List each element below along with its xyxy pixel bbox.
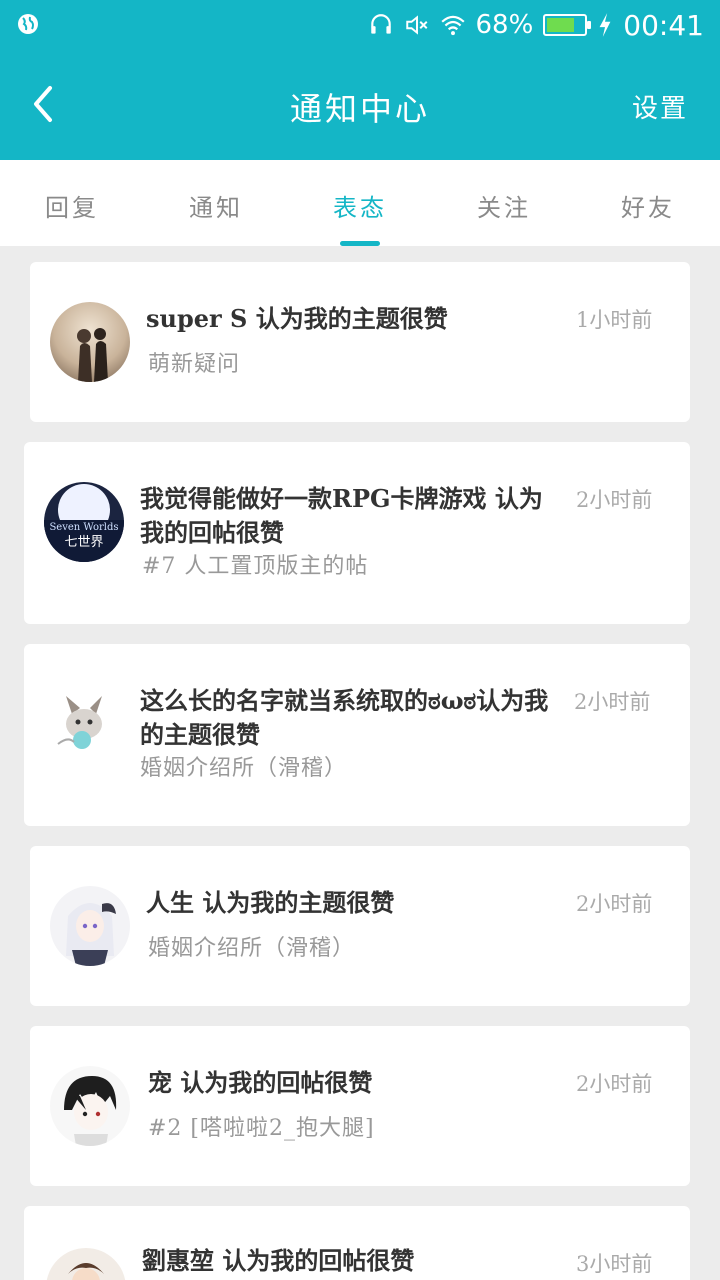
battery-fill bbox=[547, 18, 575, 32]
notification-card[interactable]: 人生 认为我的主题很赞 婚姻介绍所（滑稽） 2小时前 bbox=[30, 846, 690, 1006]
tab-notice[interactable]: 通知 bbox=[144, 160, 288, 246]
tab-bar: 回复 通知 表态 关注 好友 bbox=[0, 160, 720, 246]
tab-label: 关注 bbox=[477, 194, 531, 222]
avatar[interactable] bbox=[46, 1248, 126, 1280]
tab-label: 好友 bbox=[621, 194, 675, 222]
avatar[interactable]: Seven Worlds 七世界 bbox=[44, 482, 124, 562]
notification-title: 宠 认为我的回帖很赞 bbox=[148, 1068, 373, 1097]
notification-subtitle[interactable]: 萌新疑问 bbox=[148, 350, 240, 380]
clock: 00:41 bbox=[623, 8, 704, 42]
settings-button[interactable]: 设置 bbox=[632, 88, 688, 125]
notification-subtitle[interactable]: #2 [嗒啦啦2_抱大腿] bbox=[148, 1114, 375, 1144]
notification-time: 3小时前 bbox=[576, 1252, 653, 1276]
notification-title: 人生 认为我的主题很赞 bbox=[146, 888, 395, 917]
app-header: 通知中心 设置 bbox=[0, 52, 720, 160]
battery-percent: 68% bbox=[475, 10, 534, 40]
notification-title: 这么长的名字就当系统取的ಠωಠ认为我的主题很赞 bbox=[140, 686, 549, 749]
notification-time: 2小时前 bbox=[576, 1072, 653, 1096]
mute-icon bbox=[405, 15, 427, 35]
globe-icon bbox=[18, 14, 38, 34]
notification-card[interactable]: 这么长的名字就当系统取的ಠωಠ认为我的主题很赞 婚姻介绍所（滑稽） 2小时前 bbox=[24, 644, 690, 826]
notification-card[interactable]: 劉惠堃 认为我的回帖很赞 3小时前 bbox=[24, 1206, 690, 1280]
tab-label: 表态 bbox=[333, 194, 387, 222]
avatar[interactable] bbox=[50, 886, 130, 966]
tab-indicator bbox=[340, 241, 380, 246]
avatar[interactable] bbox=[50, 1066, 130, 1146]
notification-card[interactable]: 宠 认为我的回帖很赞 #2 [嗒啦啦2_抱大腿] 2小时前 bbox=[30, 1026, 690, 1186]
tab-label: 通知 bbox=[189, 194, 243, 222]
svg-text:七世界: 七世界 bbox=[64, 535, 103, 550]
tab-follow[interactable]: 关注 bbox=[432, 160, 576, 246]
notification-time: 2小时前 bbox=[576, 892, 653, 916]
svg-text:Seven Worlds: Seven Worlds bbox=[49, 522, 118, 533]
notification-time: 2小时前 bbox=[574, 690, 651, 714]
notification-card[interactable]: Seven Worlds 七世界 我觉得能做好一款RPG卡牌游戏 认为我的回帖很… bbox=[24, 442, 690, 624]
tab-friends[interactable]: 好友 bbox=[576, 160, 720, 246]
notification-title: 劉惠堃 认为我的回帖很赞 bbox=[142, 1246, 415, 1275]
notification-subtitle[interactable]: 婚姻介绍所（滑稽） bbox=[148, 934, 355, 964]
battery-icon bbox=[543, 14, 592, 36]
page-title: 通知中心 bbox=[289, 90, 430, 128]
tab-label: 回复 bbox=[45, 194, 99, 222]
tab-reply[interactable]: 回复 bbox=[0, 160, 144, 246]
tab-reactions[interactable]: 表态 bbox=[288, 160, 432, 246]
avatar[interactable] bbox=[50, 302, 130, 382]
notification-time: 2小时前 bbox=[576, 488, 653, 512]
status-bar: 68% 00:41 bbox=[0, 0, 720, 52]
notification-subtitle[interactable]: #7 人工置顶版主的帖 bbox=[142, 552, 368, 582]
wifi-icon bbox=[440, 15, 465, 36]
notification-title: 我觉得能做好一款RPG卡牌游戏 认为我的回帖很赞 bbox=[140, 484, 543, 547]
headset-icon bbox=[370, 14, 391, 34]
notification-card[interactable]: super S 认为我的主题很赞 萌新疑问 1小时前 bbox=[30, 262, 690, 422]
notification-title: super S 认为我的主题很赞 bbox=[146, 304, 448, 333]
notification-time: 1小时前 bbox=[576, 308, 653, 332]
notification-subtitle[interactable]: 婚姻介绍所（滑稽） bbox=[140, 754, 347, 784]
avatar[interactable] bbox=[44, 684, 124, 764]
charging-icon bbox=[599, 13, 611, 37]
